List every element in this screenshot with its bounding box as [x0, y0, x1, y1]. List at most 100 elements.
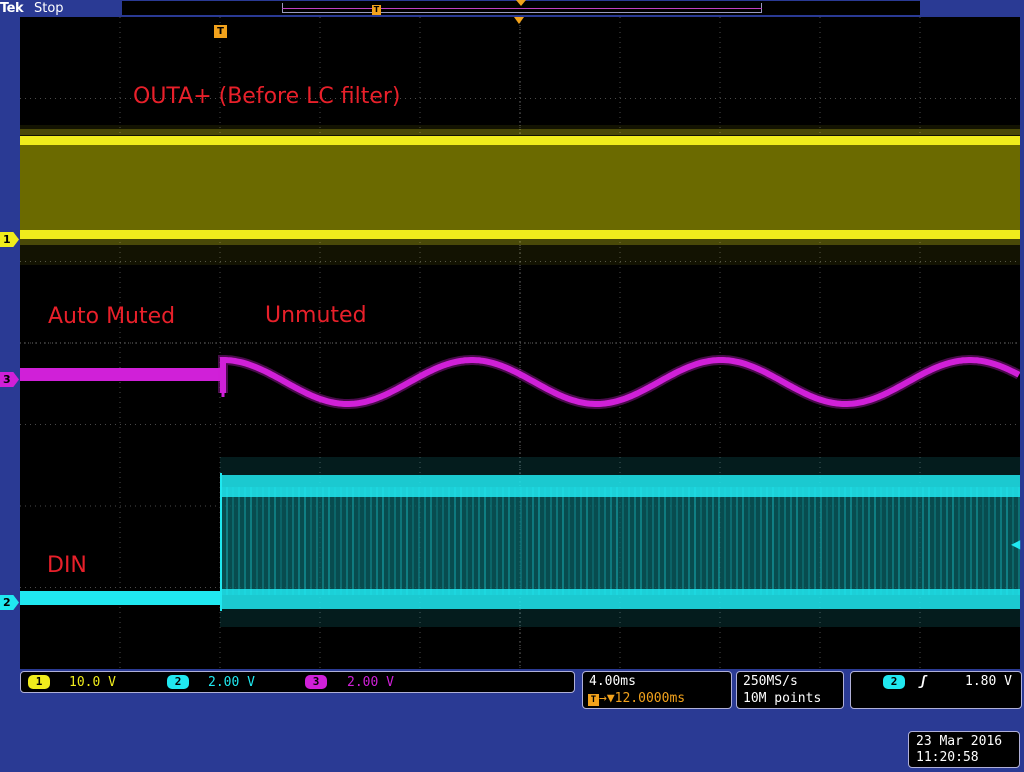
ch2-high-rail — [220, 475, 1020, 497]
trigger-level[interactable]: 1.80 V — [965, 673, 1012, 690]
ch2-data-transition — [292, 487, 294, 595]
ch2-data-transition — [1000, 487, 1002, 595]
ch2-data-transition — [676, 487, 678, 595]
trigger-position-icon[interactable]: T — [214, 25, 227, 38]
ch2-low-rail — [220, 589, 1020, 609]
ch2-data-transition — [700, 487, 702, 595]
ch2-data-transition — [346, 487, 348, 595]
ch2-data-transition — [412, 487, 414, 595]
trigger-panel[interactable]: 2 ʃ 1.80 V — [850, 671, 1022, 709]
channel-scale-panel[interactable]: 1 10.0 V 2 2.00 V 3 2.00 V — [20, 671, 575, 693]
ch2-data-transition — [328, 487, 330, 595]
ch2-data-transition — [244, 487, 246, 595]
ch2-data-transition — [538, 487, 540, 595]
ch2-data-transition — [736, 487, 738, 595]
ch2-data-transition — [814, 487, 816, 595]
ch2-data-transition — [502, 487, 504, 595]
ch2-data-transition — [340, 487, 342, 595]
ch2-data-transition — [370, 487, 372, 595]
ch2-data-transition — [598, 487, 600, 595]
ch2-data-transition — [922, 487, 924, 595]
ch2-data-transition — [442, 487, 444, 595]
ch2-data-transition — [238, 487, 240, 595]
ch2-data-transition — [946, 487, 948, 595]
ch2-data-transition — [886, 487, 888, 595]
ch1-fill — [20, 139, 1020, 237]
ch2-data-transition — [730, 487, 732, 595]
record-view-line — [282, 8, 762, 9]
date: 23 Mar 2016 — [916, 734, 1003, 749]
ch2-data-transition — [838, 487, 840, 595]
ch2-data-transition — [448, 487, 450, 595]
timeline-trigger-icon: T — [372, 5, 381, 15]
trigger-source-badge[interactable]: 2 — [883, 675, 905, 689]
ch1-badge[interactable]: 1 — [28, 675, 50, 689]
ch2-data-transition — [988, 487, 990, 595]
ch1-annotation: OUTA+ (Before LC filter) — [133, 84, 401, 109]
ch2-data-transition — [658, 487, 660, 595]
ch2-data-transition — [586, 487, 588, 595]
ch2-data-transition — [556, 487, 558, 595]
ch2-scale[interactable]: 2.00 V — [208, 674, 255, 691]
ch2-data-transition — [766, 487, 768, 595]
ch2-data-transition — [622, 487, 624, 595]
ch2-data-transition — [226, 487, 228, 595]
ch3-badge[interactable]: 3 — [305, 675, 327, 689]
ch2-data-transition — [490, 487, 492, 595]
ch2-data-transition — [892, 487, 894, 595]
ch2-data-transition — [934, 487, 936, 595]
ch2-data-transition — [916, 487, 918, 595]
waveform-display[interactable] — [20, 17, 1020, 669]
datetime-panel: 23 Mar 2016 11:20:58 — [908, 731, 1020, 768]
ch2-data-transition — [532, 487, 534, 595]
ch2-data-transition — [652, 487, 654, 595]
horizontal-delay[interactable]: ▼12.0000ms — [607, 691, 685, 706]
time: 11:20:58 — [916, 750, 979, 765]
ch2-data-transition — [778, 487, 780, 595]
ch2-data-transition — [604, 487, 606, 595]
ch2-data-transition — [826, 487, 828, 595]
ch2-data-transition — [454, 487, 456, 595]
ch3-muted-annotation: Auto Muted — [48, 304, 176, 329]
horizontal-panel[interactable]: 4.00ms T →▼12.0000ms — [582, 671, 732, 709]
ch2-data-transition — [544, 487, 546, 595]
ch2-data-transition — [982, 487, 984, 595]
ch2-data-transition — [646, 487, 648, 595]
time-per-div[interactable]: 4.00ms — [589, 673, 636, 690]
ch2-data-transition — [250, 487, 252, 595]
ch2-data-transition — [790, 487, 792, 595]
ch3-ground-marker[interactable]: 3 — [0, 372, 19, 387]
ch2-data-transition — [472, 487, 474, 595]
ch1-scale[interactable]: 10.0 V — [69, 674, 116, 691]
ch2-data-transition — [478, 487, 480, 595]
ch2-data-transition — [832, 487, 834, 595]
ch2-data-transition — [958, 487, 960, 595]
ch2-data-transition — [394, 487, 396, 595]
ch2-data-transition — [460, 487, 462, 595]
ch2-data-transition — [928, 487, 930, 595]
ch2-data-transition — [616, 487, 618, 595]
ch2-badge[interactable]: 2 — [167, 675, 189, 689]
ch3-muted-trace — [20, 368, 223, 381]
ch2-data-transition — [706, 487, 708, 595]
ch2-data-transition — [526, 487, 528, 595]
acquisition-panel[interactable]: 250MS/s 10M points — [736, 671, 844, 709]
ch2-data-transition — [484, 487, 486, 595]
ch3-scale[interactable]: 2.00 V — [347, 674, 394, 691]
trigger-level-icon[interactable]: ◀ — [1011, 538, 1020, 550]
top-status-bar: Tek Stop T — [0, 0, 1024, 17]
acquisition-status: Stop — [34, 1, 64, 16]
ch2-ground-marker[interactable]: 2 — [0, 595, 19, 610]
trigger-delay-icon: T — [588, 694, 599, 706]
ch1-high-rail — [20, 136, 1020, 145]
timeline-center-icon — [516, 0, 526, 6]
ch2-data-transition — [382, 487, 384, 595]
record-length: 10M points — [743, 691, 822, 706]
ch1-ground-marker[interactable]: 1 — [0, 232, 19, 247]
ch2-data-transition — [268, 487, 270, 595]
ch2-data-transition — [334, 487, 336, 595]
ch2-data-transition — [856, 487, 858, 595]
ch2-data-transition — [820, 487, 822, 595]
ch2-data-transition — [952, 487, 954, 595]
rising-edge-icon[interactable]: ʃ — [919, 673, 927, 690]
